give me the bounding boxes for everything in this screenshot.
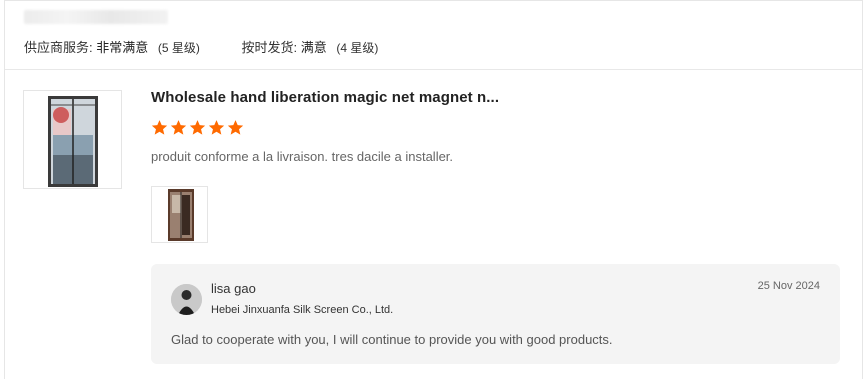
star-icon: [170, 120, 187, 135]
buyer-name-blurred: [24, 10, 168, 24]
star-icon: [208, 120, 225, 135]
product-thumbnail[interactable]: [23, 90, 122, 189]
reply-company: Hebei Jinxuanfa Silk Screen Co., Ltd.: [211, 304, 394, 316]
supplier-service-rating: 供应商服务: 非常满意 (5 星级): [24, 37, 200, 56]
service-label: 供应商服务:: [24, 40, 93, 55]
door-screen-image: [48, 96, 98, 187]
star-icon: [151, 120, 168, 135]
review-text: produit conforme a la livraison. tres da…: [151, 149, 454, 164]
delivery-value: 满意: [300, 40, 327, 55]
supplier-reply: lisa gao Hebei Jinxuanfa Silk Screen Co.…: [151, 264, 840, 364]
review-photo[interactable]: [151, 186, 208, 243]
divider: [5, 69, 863, 70]
delivery-rating: 按时发货: 满意 (4 星级): [242, 37, 379, 56]
delivery-stars: (4 星级): [336, 41, 379, 55]
service-stars: (5 星级): [157, 41, 200, 55]
review-star-rating: [151, 119, 246, 139]
star-icon: [189, 120, 206, 135]
reply-author-name: lisa gao: [211, 281, 256, 296]
service-value: 非常满意: [96, 40, 149, 55]
product-title[interactable]: Wholesale hand liberation magic net magn…: [151, 89, 499, 106]
avatar-image: [171, 284, 202, 315]
reply-text: Glad to cooperate with you, I will conti…: [171, 332, 613, 347]
avatar: [171, 284, 202, 315]
star-icon: [227, 120, 244, 135]
review-photo-image: [168, 189, 194, 241]
delivery-label: 按时发货:: [241, 40, 298, 55]
reply-date: 25 Nov 2024: [757, 280, 820, 292]
supplier-ratings: 供应商服务: 非常满意 (5 星级) 按时发货: 满意 (4 星级): [24, 37, 416, 56]
